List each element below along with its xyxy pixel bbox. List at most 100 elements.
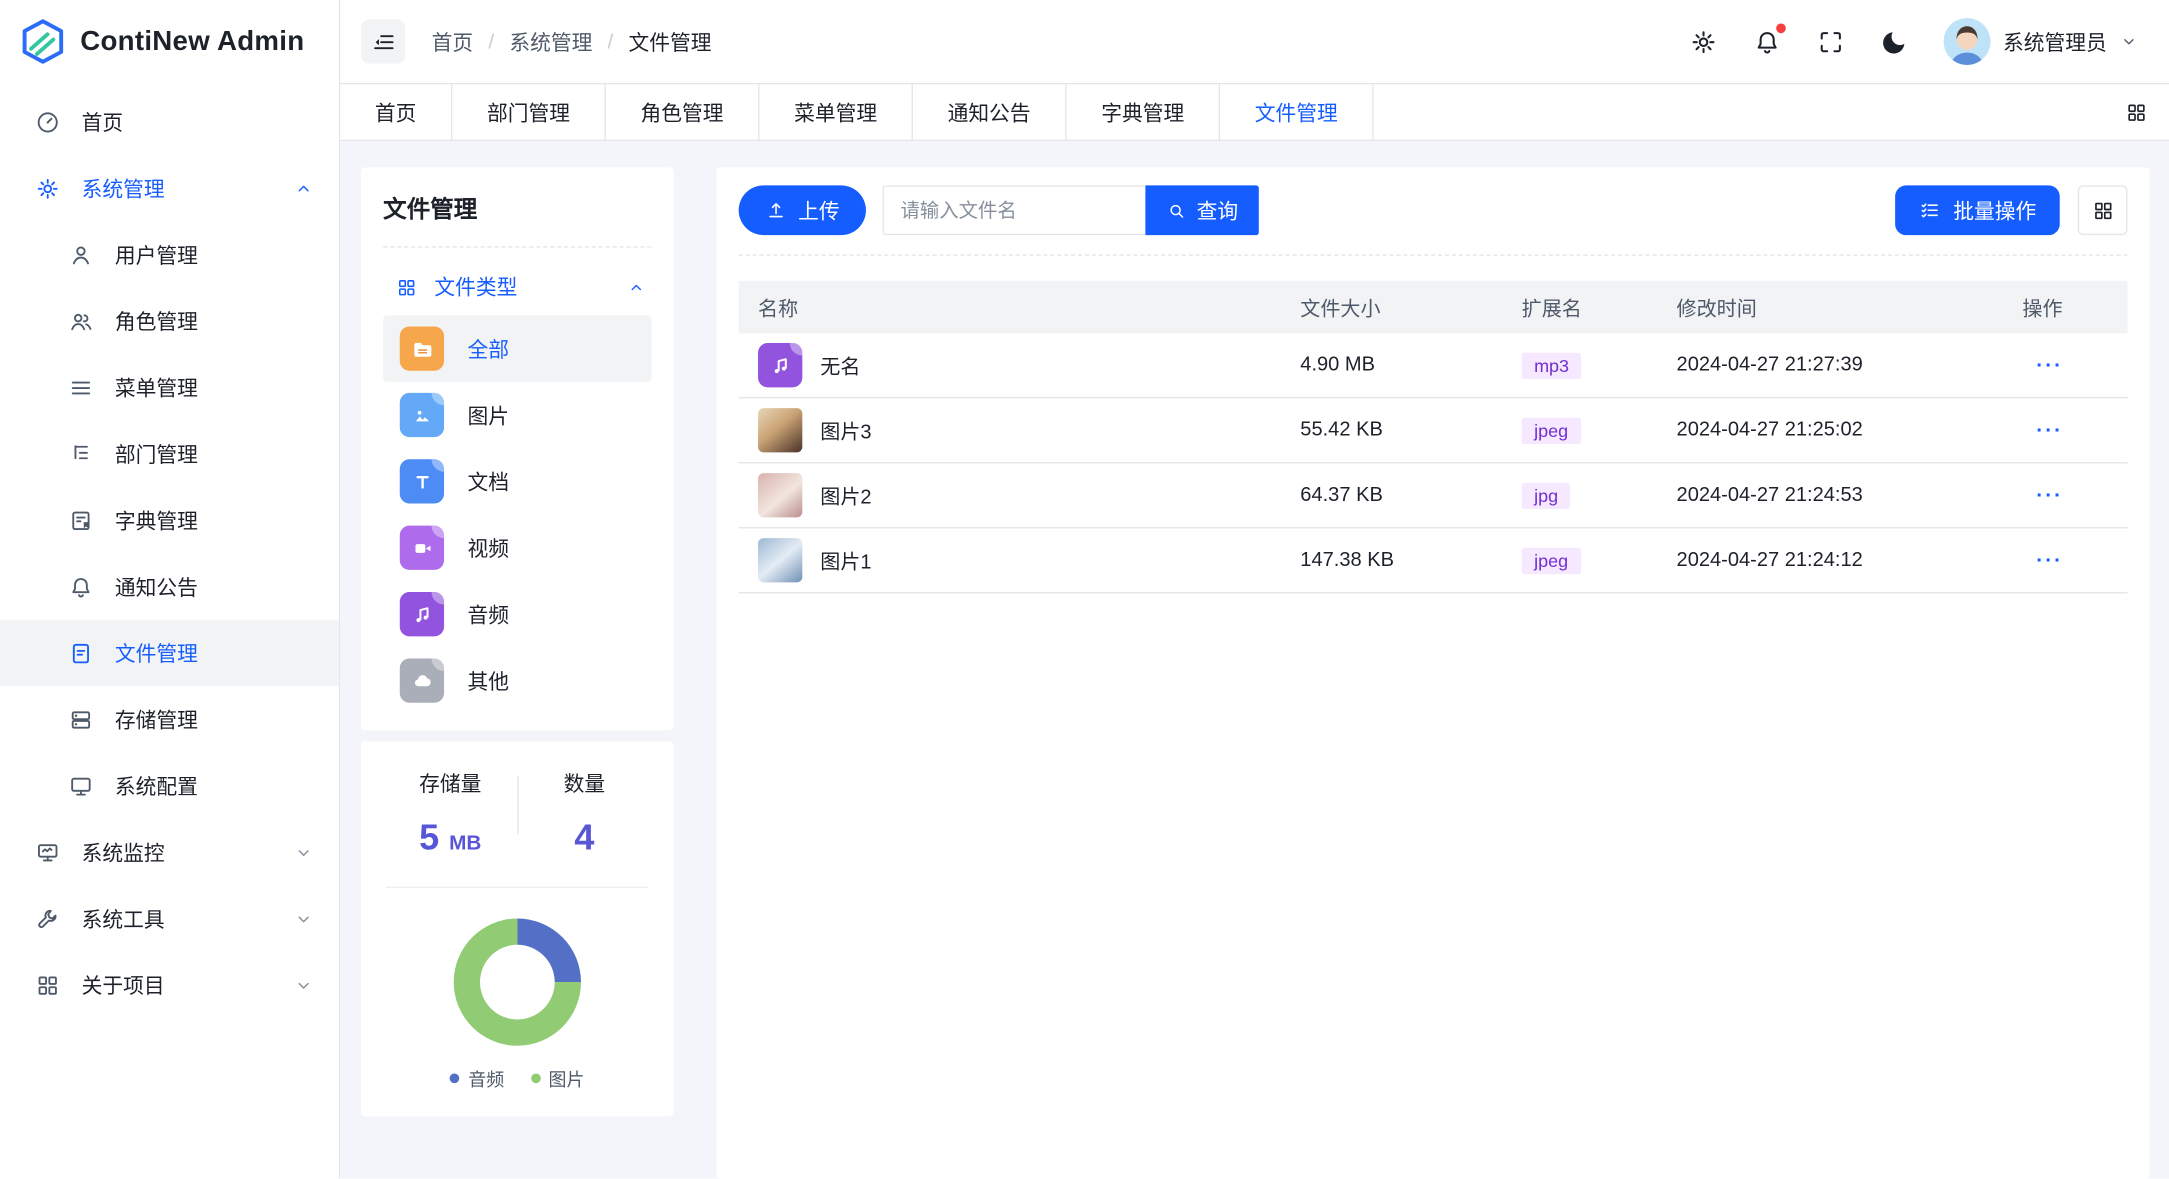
storage-donut-chart bbox=[454, 919, 581, 1046]
sidebar-item-dictionary-management[interactable]: 字典管理 bbox=[0, 487, 339, 553]
row-actions-button[interactable]: ··· bbox=[2036, 353, 2063, 377]
file-type-document[interactable]: 文档 bbox=[383, 448, 651, 514]
grid-view-toggle-button[interactable] bbox=[2078, 185, 2128, 235]
audio-file-icon bbox=[758, 343, 802, 387]
sidebar-item-label: 系统工具 bbox=[82, 904, 273, 933]
tab-notice[interactable]: 通知公告 bbox=[913, 84, 1067, 139]
grid-view-icon bbox=[2091, 199, 2115, 223]
table-row[interactable]: 图片2 64.37 KB jpg 2024-04-27 21:24:53 ··· bbox=[739, 463, 2128, 528]
sidebar-item-role-management[interactable]: 角色管理 bbox=[0, 288, 339, 354]
apps-icon bbox=[35, 972, 61, 998]
extension-badge: jpeg bbox=[1522, 417, 1581, 443]
breadcrumb-item[interactable]: 首页 bbox=[432, 27, 474, 56]
settings-gear-icon[interactable] bbox=[1689, 27, 1718, 56]
tab-label: 部门管理 bbox=[487, 98, 570, 127]
column-header-size: 文件大小 bbox=[1300, 293, 1521, 322]
extension-badge: jpeg bbox=[1522, 547, 1581, 573]
sidebar-item-label: 菜单管理 bbox=[115, 373, 314, 402]
table-row[interactable]: 无名 4.90 MB mp3 2024-04-27 21:27:39 ··· bbox=[739, 333, 2128, 398]
tabs-overview-button[interactable] bbox=[2104, 84, 2169, 139]
sidebar-item-label: 存储管理 bbox=[115, 705, 314, 734]
sidebar-collapse-button[interactable] bbox=[361, 19, 405, 63]
fullscreen-icon[interactable] bbox=[1816, 27, 1845, 56]
search-input[interactable] bbox=[883, 185, 1146, 235]
file-size: 147.38 KB bbox=[1300, 549, 1521, 571]
sidebar-item-storage-management[interactable]: 存储管理 bbox=[0, 686, 339, 752]
sidebar-item-home[interactable]: 首页 bbox=[0, 89, 339, 155]
file-type-image[interactable]: 图片 bbox=[383, 382, 651, 448]
extension-badge: jpg bbox=[1522, 482, 1571, 508]
file-type-audio[interactable]: 音频 bbox=[383, 581, 651, 647]
file-list-panel: 上传 查询 批量操作 bbox=[717, 167, 2150, 1178]
toolbar-right: 批量操作 bbox=[1895, 185, 2127, 235]
sidebar-item-user-management[interactable]: 用户管理 bbox=[0, 221, 339, 287]
sidebar-item-system-management[interactable]: 系统管理 bbox=[0, 155, 339, 221]
upload-icon bbox=[765, 199, 787, 221]
sidebar-item-label: 系统配置 bbox=[115, 771, 314, 800]
storage-stats: 存储量 5 MB 数量 4 bbox=[383, 769, 651, 859]
chart-legend: 音频 图片 bbox=[450, 1065, 584, 1091]
sidebar-item-notice[interactable]: 通知公告 bbox=[0, 553, 339, 619]
sidebar-item-department-management[interactable]: 部门管理 bbox=[0, 421, 339, 487]
group-label: 文件类型 bbox=[434, 273, 517, 302]
modified-time: 2024-04-27 21:27:39 bbox=[1677, 354, 2023, 376]
main-column: 首页 / 系统管理 / 文件管理 bbox=[340, 0, 2169, 1179]
row-actions-button[interactable]: ··· bbox=[2036, 418, 2063, 442]
row-actions-button[interactable]: ··· bbox=[2036, 548, 2063, 572]
user-menu[interactable]: 系统管理员 bbox=[1944, 18, 2139, 65]
dashed-divider bbox=[739, 255, 2128, 256]
upload-button[interactable]: 上传 bbox=[739, 185, 866, 235]
sidebar-item-file-management[interactable]: 文件管理 bbox=[0, 620, 339, 686]
file-type-group-header[interactable]: 文件类型 bbox=[383, 264, 651, 315]
sidebar-item-about-project[interactable]: 关于项目 bbox=[0, 952, 339, 1018]
chevron-up-icon bbox=[627, 277, 646, 296]
storage-amount-label: 存储量 bbox=[383, 769, 517, 798]
file-type-other[interactable]: 其他 bbox=[383, 647, 651, 713]
legend-label: 图片 bbox=[548, 1065, 584, 1091]
sidebar-item-system-config[interactable]: 系统配置 bbox=[0, 753, 339, 819]
modified-time: 2024-04-27 21:25:02 bbox=[1677, 419, 2023, 441]
sidebar-item-system-tools[interactable]: 系统工具 bbox=[0, 885, 339, 951]
legend-dot bbox=[450, 1073, 460, 1083]
notification-bell-icon[interactable] bbox=[1753, 27, 1782, 56]
sidebar-menu: 首页 系统管理 用户管理 角色管理 菜单管理 部门管理 bbox=[0, 83, 339, 1179]
sidebar-item-system-monitor[interactable]: 系统监控 bbox=[0, 819, 339, 885]
tab-label: 字典管理 bbox=[1101, 98, 1184, 127]
tab-menu[interactable]: 菜单管理 bbox=[759, 84, 913, 139]
notification-dot bbox=[1776, 23, 1786, 33]
file-size: 64.37 KB bbox=[1300, 484, 1521, 506]
tab-label: 通知公告 bbox=[948, 98, 1031, 127]
tab-department[interactable]: 部门管理 bbox=[452, 84, 606, 139]
query-button[interactable]: 查询 bbox=[1145, 185, 1258, 235]
dark-mode-moon-icon[interactable] bbox=[1880, 27, 1909, 56]
app-logo: ContiNew Admin bbox=[0, 0, 339, 83]
table-row[interactable]: 图片3 55.42 KB jpeg 2024-04-27 21:25:02 ··… bbox=[739, 398, 2128, 463]
file-name: 图片2 bbox=[820, 481, 871, 510]
legend-item-audio[interactable]: 音频 bbox=[450, 1065, 504, 1091]
card-title: 文件管理 bbox=[383, 190, 651, 225]
tab-role[interactable]: 角色管理 bbox=[606, 84, 760, 139]
tab-home[interactable]: 首页 bbox=[340, 84, 452, 139]
tree-icon bbox=[68, 441, 94, 467]
tab-label: 文件管理 bbox=[1255, 98, 1338, 127]
tab-dictionary[interactable]: 字典管理 bbox=[1067, 84, 1221, 139]
batch-operation-button[interactable]: 批量操作 bbox=[1895, 185, 2060, 235]
file-type-video[interactable]: 视频 bbox=[383, 515, 651, 581]
table-row[interactable]: 图片1 147.38 KB jpeg 2024-04-27 21:24:12 ·… bbox=[739, 528, 2128, 593]
tab-file-management[interactable]: 文件管理 bbox=[1220, 84, 1374, 139]
table-header: 名称 文件大小 扩展名 修改时间 操作 bbox=[739, 281, 2128, 334]
chevron-up-icon bbox=[293, 178, 314, 199]
row-actions-button[interactable]: ··· bbox=[2036, 483, 2063, 507]
sidebar-item-label: 部门管理 bbox=[115, 439, 314, 468]
breadcrumb-separator: / bbox=[608, 30, 614, 54]
legend-item-image[interactable]: 图片 bbox=[530, 1065, 584, 1091]
chevron-down-icon bbox=[293, 908, 314, 929]
monitor-icon bbox=[68, 773, 94, 799]
image-thumbnail bbox=[758, 473, 802, 517]
gear-icon bbox=[35, 175, 61, 201]
horizontal-divider bbox=[386, 887, 649, 888]
file-type-all[interactable]: 全部 bbox=[383, 315, 651, 381]
breadcrumb-item[interactable]: 系统管理 bbox=[509, 27, 592, 56]
file-count-value: 4 bbox=[517, 816, 651, 859]
sidebar-item-menu-management[interactable]: 菜单管理 bbox=[0, 354, 339, 420]
